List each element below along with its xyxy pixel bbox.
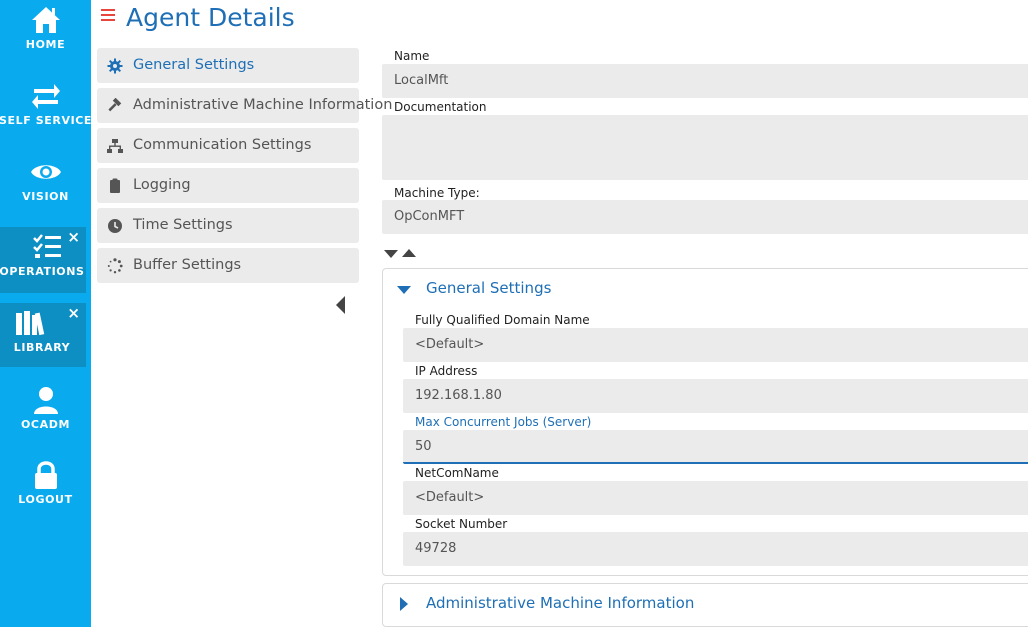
panel-title: Administrative Machine Information <box>426 594 695 612</box>
eye-icon <box>30 156 62 188</box>
nav-self-service-label: SELF SERVICE <box>0 114 91 127</box>
section-label: General Settings <box>133 57 255 73</box>
network-icon <box>107 138 123 154</box>
socket-number-field[interactable]: 49728 <box>403 532 1028 566</box>
caret-right-icon <box>400 597 408 611</box>
section-label: Logging <box>133 177 191 193</box>
name-label: Name <box>394 49 430 63</box>
close-library-icon[interactable]: × <box>67 305 80 321</box>
section-label: Buffer Settings <box>133 257 242 273</box>
checklist-icon <box>31 231 63 263</box>
collapse-panel-icon[interactable] <box>336 296 345 314</box>
spinner-icon <box>107 258 123 274</box>
section-general-settings[interactable]: General Settings <box>97 48 359 83</box>
section-nav: General Settings Administrative Machine … <box>97 48 392 288</box>
collapse-all-icon[interactable] <box>402 249 416 257</box>
name-field[interactable]: LocalMft <box>382 64 1028 98</box>
ip-address-label: IP Address <box>415 364 478 378</box>
nav-library-label: LIBRARY <box>13 341 71 354</box>
clipboard-icon <box>107 178 123 194</box>
clock-icon <box>107 218 123 234</box>
socket-number-label: Socket Number <box>415 517 508 531</box>
machine-type-label: Machine Type: <box>394 186 480 200</box>
gear-icon <box>107 58 123 74</box>
max-concurrent-jobs-label: Max Concurrent Jobs (Server) <box>415 415 592 429</box>
app-navigation: HOME SELF SERVICE VISION × OPERATIONS × … <box>0 0 91 627</box>
section-label: Administrative Machine Information <box>133 97 393 113</box>
nav-home[interactable]: HOME <box>0 0 91 64</box>
nav-vision[interactable]: VISION <box>0 152 91 216</box>
section-label: Communication Settings <box>133 137 312 153</box>
nav-ocadm-label: OCADM <box>20 418 70 431</box>
nav-home-label: HOME <box>25 38 66 51</box>
netcomname-field[interactable]: <Default> <box>403 481 1028 515</box>
section-admin-machine-info[interactable]: Administrative Machine Information <box>97 88 392 123</box>
nav-library[interactable]: × LIBRARY <box>0 303 86 367</box>
section-buffer-settings[interactable]: Buffer Settings <box>97 248 359 283</box>
machine-type-field[interactable]: OpConMFT <box>382 200 1028 234</box>
books-icon <box>14 307 46 339</box>
documentation-field[interactable] <box>382 115 1028 180</box>
fqdn-label: Fully Qualified Domain Name <box>415 313 590 327</box>
lock-icon <box>30 459 62 491</box>
user-icon <box>30 384 62 416</box>
nav-logout[interactable]: LOGOUT <box>0 455 91 519</box>
nav-operations-label: OPERATIONS <box>0 265 85 278</box>
expand-all-icon[interactable] <box>384 250 398 258</box>
netcomname-label: NetComName <box>415 466 499 480</box>
fqdn-field[interactable]: <Default> <box>403 328 1028 362</box>
hammer-icon <box>107 98 123 114</box>
page-title: Agent Details <box>126 3 295 32</box>
max-concurrent-jobs-field[interactable]: 50 <box>403 430 1028 464</box>
documentation-label: Documentation <box>394 100 487 114</box>
hamburger-menu-icon[interactable] <box>101 9 115 23</box>
nav-operations[interactable]: × OPERATIONS <box>0 227 86 293</box>
home-icon <box>30 4 62 36</box>
nav-logout-label: LOGOUT <box>18 493 73 506</box>
nav-ocadm[interactable]: OCADM <box>0 380 91 444</box>
admin-machine-info-panel: Administrative Machine Information <box>382 583 1028 627</box>
close-operations-icon[interactable]: × <box>67 229 80 245</box>
nav-self-service[interactable]: SELF SERVICE <box>0 76 91 140</box>
ip-address-field[interactable]: 192.168.1.80 <box>403 379 1028 413</box>
section-logging[interactable]: Logging <box>97 168 359 203</box>
panel-title: General Settings <box>426 279 552 297</box>
caret-down-icon <box>397 286 411 294</box>
swap-arrows-icon <box>30 80 62 112</box>
nav-vision-label: VISION <box>22 190 69 203</box>
section-label: Time Settings <box>133 217 233 233</box>
section-time-settings[interactable]: Time Settings <box>97 208 359 243</box>
section-communication-settings[interactable]: Communication Settings <box>97 128 359 163</box>
